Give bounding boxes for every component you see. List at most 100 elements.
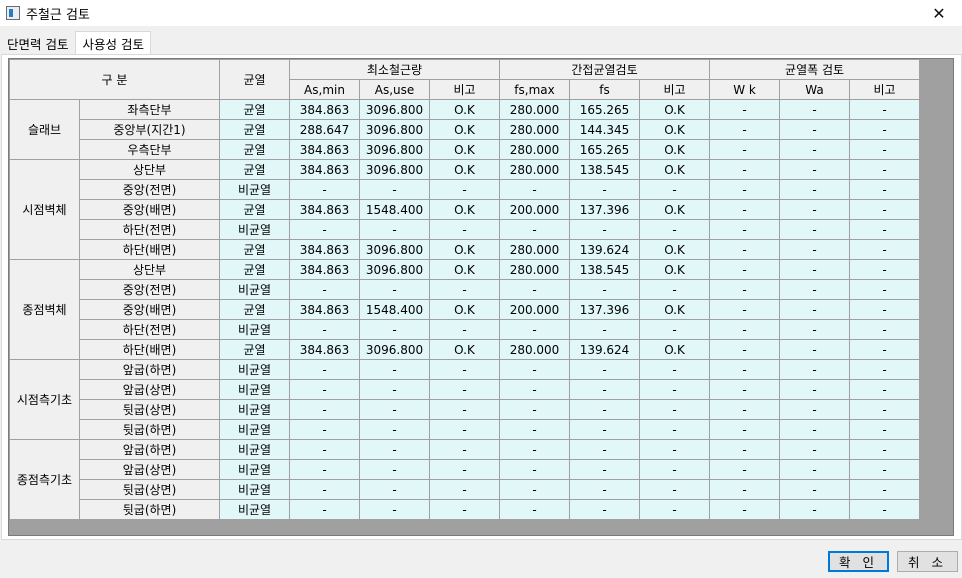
table-cell[interactable]: 384.863: [289, 139, 360, 160]
table-cell[interactable]: -: [569, 279, 640, 300]
table-cell[interactable]: -: [779, 259, 851, 280]
table-cell[interactable]: -: [359, 179, 430, 200]
table-cell[interactable]: 1548.400: [359, 199, 430, 220]
table-cell[interactable]: -: [429, 219, 500, 240]
table-cell[interactable]: -: [709, 239, 781, 260]
table-cell[interactable]: -: [569, 459, 640, 480]
table-cell[interactable]: -: [429, 439, 500, 460]
table-cell[interactable]: -: [289, 219, 360, 240]
table-cell[interactable]: -: [709, 399, 781, 420]
table-cell[interactable]: O.K: [638, 99, 711, 120]
table-cell[interactable]: -: [638, 379, 711, 400]
table-cell[interactable]: -: [429, 419, 500, 440]
table-cell[interactable]: -: [779, 159, 851, 180]
table-cell[interactable]: O.K: [429, 99, 500, 120]
table-cell[interactable]: -: [429, 399, 500, 420]
table-cell[interactable]: -: [779, 179, 851, 200]
table-cell[interactable]: -: [709, 419, 781, 440]
table-cell[interactable]: 280.000: [499, 119, 570, 140]
result-grid[interactable]: 구 분 균열 최소철근량 간접균열검토 균열폭 검토 As,min As,use…: [8, 58, 954, 536]
table-cell[interactable]: -: [569, 499, 640, 520]
crack-cell[interactable]: 균열: [219, 139, 290, 160]
table-cell[interactable]: 3096.800: [359, 99, 430, 120]
table-cell[interactable]: -: [569, 359, 640, 380]
table-cell[interactable]: 280.000: [499, 99, 570, 120]
table-cell[interactable]: 144.345: [569, 119, 640, 140]
table-cell[interactable]: 138.545: [569, 159, 640, 180]
table-cell[interactable]: O.K: [429, 259, 500, 280]
table-cell[interactable]: -: [709, 139, 781, 160]
table-cell[interactable]: -: [638, 499, 711, 520]
table-cell[interactable]: -: [779, 99, 851, 120]
table-cell[interactable]: -: [289, 479, 360, 500]
table-cell[interactable]: -: [638, 399, 711, 420]
table-cell[interactable]: -: [849, 119, 921, 140]
table-cell[interactable]: -: [289, 319, 360, 340]
crack-cell[interactable]: 비균열: [219, 379, 290, 400]
table-cell[interactable]: 3096.800: [359, 139, 430, 160]
tab-serviceability[interactable]: 사용성 검토: [75, 31, 151, 55]
table-cell[interactable]: -: [569, 219, 640, 240]
table-cell[interactable]: 200.000: [499, 199, 570, 220]
table-cell[interactable]: -: [289, 279, 360, 300]
crack-cell[interactable]: 균열: [219, 239, 290, 260]
table-cell[interactable]: -: [779, 199, 851, 220]
table-cell[interactable]: 280.000: [499, 239, 570, 260]
crack-cell[interactable]: 비균열: [219, 219, 290, 240]
table-cell[interactable]: O.K: [638, 339, 711, 360]
table-cell[interactable]: -: [359, 479, 430, 500]
table-cell[interactable]: 137.396: [569, 299, 640, 320]
table-cell[interactable]: -: [569, 319, 640, 340]
table-cell[interactable]: -: [779, 279, 851, 300]
crack-cell[interactable]: 균열: [219, 159, 290, 180]
table-cell[interactable]: 165.265: [569, 99, 640, 120]
table-cell[interactable]: -: [779, 419, 851, 440]
table-cell[interactable]: -: [569, 399, 640, 420]
crack-cell[interactable]: 비균열: [219, 279, 290, 300]
table-cell[interactable]: O.K: [638, 259, 711, 280]
crack-cell[interactable]: 비균열: [219, 459, 290, 480]
table-cell[interactable]: -: [499, 379, 570, 400]
table-cell[interactable]: -: [779, 119, 851, 140]
crack-cell[interactable]: 비균열: [219, 499, 290, 520]
table-cell[interactable]: -: [638, 279, 711, 300]
table-cell[interactable]: -: [359, 499, 430, 520]
table-cell[interactable]: -: [709, 99, 781, 120]
table-cell[interactable]: O.K: [638, 299, 711, 320]
table-cell[interactable]: -: [849, 399, 921, 420]
table-cell[interactable]: -: [709, 439, 781, 460]
table-cell[interactable]: -: [779, 499, 851, 520]
table-cell[interactable]: -: [289, 499, 360, 520]
table-cell[interactable]: -: [359, 319, 430, 340]
tab-section-force[interactable]: 단면력 검토: [0, 31, 75, 55]
table-cell[interactable]: -: [359, 279, 430, 300]
table-cell[interactable]: -: [569, 419, 640, 440]
table-cell[interactable]: -: [849, 499, 921, 520]
table-cell[interactable]: -: [499, 399, 570, 420]
table-cell[interactable]: -: [359, 379, 430, 400]
table-cell[interactable]: -: [849, 239, 921, 260]
table-cell[interactable]: -: [638, 319, 711, 340]
table-cell[interactable]: -: [709, 119, 781, 140]
table-cell[interactable]: -: [638, 419, 711, 440]
table-cell[interactable]: 280.000: [499, 259, 570, 280]
crack-cell[interactable]: 균열: [219, 339, 290, 360]
table-cell[interactable]: O.K: [429, 239, 500, 260]
table-cell[interactable]: -: [638, 179, 711, 200]
table-cell[interactable]: -: [499, 419, 570, 440]
table-cell[interactable]: -: [429, 179, 500, 200]
table-cell[interactable]: -: [849, 419, 921, 440]
table-cell[interactable]: O.K: [429, 339, 500, 360]
table-cell[interactable]: 165.265: [569, 139, 640, 160]
table-cell[interactable]: -: [289, 459, 360, 480]
table-cell[interactable]: -: [849, 259, 921, 280]
table-cell[interactable]: -: [849, 179, 921, 200]
table-cell[interactable]: -: [429, 279, 500, 300]
table-cell[interactable]: -: [289, 359, 360, 380]
crack-cell[interactable]: 균열: [219, 199, 290, 220]
table-cell[interactable]: O.K: [638, 239, 711, 260]
table-cell[interactable]: -: [499, 279, 570, 300]
table-cell[interactable]: -: [569, 439, 640, 460]
table-cell[interactable]: 384.863: [289, 299, 360, 320]
table-cell[interactable]: O.K: [429, 159, 500, 180]
